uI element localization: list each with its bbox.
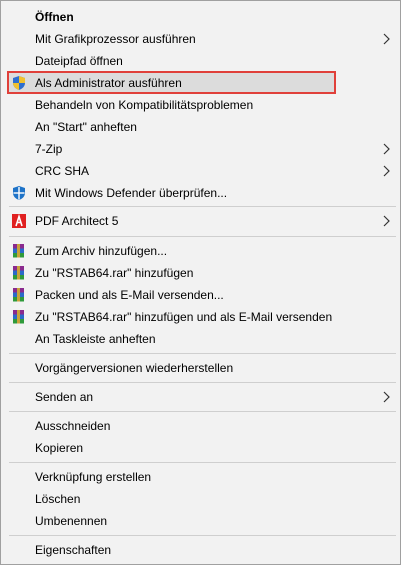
winrar-icon	[13, 288, 24, 302]
menu-item-label: Zum Archiv hinzufügen...	[35, 244, 168, 258]
menu-item-copy[interactable]: Kopieren	[1, 437, 400, 459]
winrar-icon	[13, 244, 24, 258]
menu-item-label: Eigenschaften	[35, 543, 112, 557]
menu-item-label: Kopieren	[35, 441, 84, 455]
menu-item-cut[interactable]: Ausschneiden	[1, 415, 400, 437]
menu-item-restore-previous-versions[interactable]: Vorgängerversionen wiederherstellen	[1, 357, 400, 379]
separator	[9, 462, 396, 463]
menu-item-rename[interactable]: Umbenennen	[1, 510, 400, 532]
menu-item-label: Löschen	[35, 492, 81, 506]
menu-item-pin-to-start[interactable]: An "Start" anheften	[1, 116, 400, 138]
menu-item-label: An "Start" anheften	[35, 120, 137, 134]
windows-defender-icon	[13, 186, 25, 200]
menu-item-add-to-archive[interactable]: Zum Archiv hinzufügen...	[1, 240, 400, 262]
separator	[9, 535, 396, 536]
menu-item-label: Packen und als E-Mail versenden...	[35, 288, 224, 302]
menu-item-label: Vorgängerversionen wiederherstellen	[35, 361, 234, 375]
menu-item-windows-defender-scan[interactable]: Mit Windows Defender überprüfen...	[1, 182, 400, 204]
menu-item-crc-sha[interactable]: CRC SHA	[1, 160, 400, 182]
menu-item-label: Als Administrator ausführen	[35, 76, 182, 90]
menu-item-label: Mit Grafikprozessor ausführen	[35, 32, 196, 46]
uac-shield-icon	[13, 76, 25, 90]
menu-item-compress-and-email[interactable]: Packen und als E-Mail versenden...	[1, 284, 400, 306]
chevron-right-icon	[383, 165, 390, 177]
menu-item-label: An Taskleiste anheften	[35, 332, 156, 346]
menu-item-label: Öffnen	[35, 10, 74, 24]
menu-item-label: Zu "RSTAB64.rar" hinzufügen und als E-Ma…	[35, 310, 333, 324]
menu-item-add-to-rstab64-rar-and-email[interactable]: Zu "RSTAB64.rar" hinzufügen und als E-Ma…	[1, 306, 400, 328]
menu-item-add-to-rstab64-rar[interactable]: Zu "RSTAB64.rar" hinzufügen	[1, 262, 400, 284]
menu-item-pin-to-taskbar[interactable]: An Taskleiste anheften	[1, 328, 400, 350]
menu-item-send-to[interactable]: Senden an	[1, 386, 400, 408]
menu-item-run-as-admin[interactable]: Als Administrator ausführen	[1, 72, 400, 94]
menu-item-open-file-path[interactable]: Dateipfad öffnen	[1, 50, 400, 72]
menu-item-label: Umbenennen	[35, 514, 108, 528]
menu-item-open[interactable]: Öffnen	[1, 6, 400, 28]
menu-item-label: Verknüpfung erstellen	[35, 470, 152, 484]
menu-item-label: Mit Windows Defender überprüfen...	[35, 186, 228, 200]
menu-item-troubleshoot-compatibility[interactable]: Behandeln von Kompatibilitätsproblemen	[1, 94, 400, 116]
chevron-right-icon	[383, 215, 390, 227]
menu-item-7zip[interactable]: 7-Zip	[1, 138, 400, 160]
separator	[9, 382, 396, 383]
menu-item-pdf-architect[interactable]: PDF Architect 5	[1, 210, 400, 232]
context-menu: Öffnen Mit Grafikprozessor ausführen Dat…	[0, 0, 401, 565]
winrar-icon	[13, 266, 24, 280]
separator	[9, 411, 396, 412]
menu-item-run-with-gpu[interactable]: Mit Grafikprozessor ausführen	[1, 28, 400, 50]
menu-item-label: 7-Zip	[35, 142, 63, 156]
chevron-right-icon	[383, 391, 390, 403]
menu-item-label: Dateipfad öffnen	[35, 54, 123, 68]
menu-item-label: PDF Architect 5	[35, 214, 119, 228]
menu-item-create-shortcut[interactable]: Verknüpfung erstellen	[1, 466, 400, 488]
menu-item-label: CRC SHA	[35, 164, 90, 178]
separator	[9, 236, 396, 237]
separator	[9, 206, 396, 207]
chevron-right-icon	[383, 143, 390, 155]
pdf-architect-icon	[12, 213, 26, 228]
menu-item-label: Senden an	[35, 390, 94, 404]
separator	[9, 353, 396, 354]
menu-item-properties[interactable]: Eigenschaften	[1, 539, 400, 561]
winrar-icon	[13, 310, 24, 324]
menu-item-label: Ausschneiden	[35, 419, 111, 433]
menu-item-delete[interactable]: Löschen	[1, 488, 400, 510]
menu-item-label: Behandeln von Kompatibilitätsproblemen	[35, 98, 254, 112]
chevron-right-icon	[383, 33, 390, 45]
menu-item-label: Zu "RSTAB64.rar" hinzufügen	[35, 266, 194, 280]
